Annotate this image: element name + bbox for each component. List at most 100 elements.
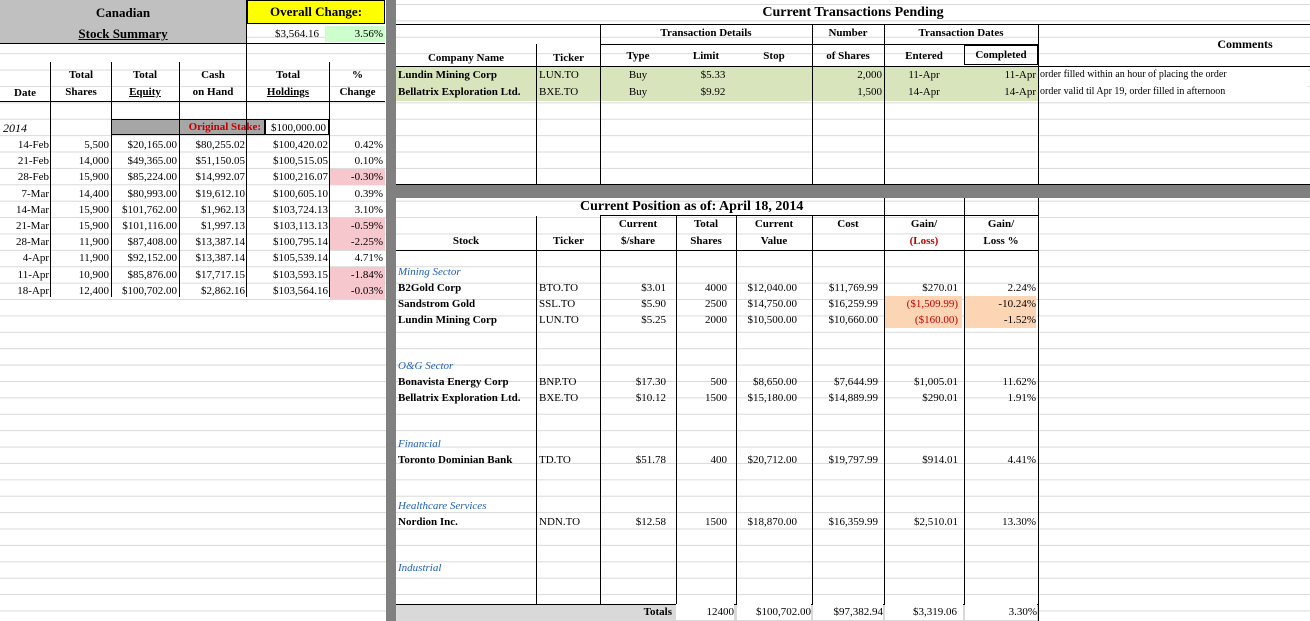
summary-equity[interactable]: $20,165.00 <box>112 137 178 153</box>
summary-shares[interactable]: 14,000 <box>51 153 109 169</box>
position-gain-pct[interactable]: -1.52% <box>964 312 1036 328</box>
position-stock[interactable]: Bellatrix Exploration Ltd. <box>398 390 536 406</box>
summary-equity[interactable]: $101,116.00 <box>112 218 177 234</box>
pending-completed[interactable]: 11-Apr <box>964 67 1036 83</box>
position-gain[interactable]: $914.01 <box>884 452 962 468</box>
summary-shares[interactable]: 15,900 <box>51 169 109 185</box>
position-price[interactable]: $5.25 <box>600 312 666 328</box>
position-shares[interactable]: 2000 <box>676 312 727 328</box>
position-shares[interactable]: 4000 <box>676 280 727 296</box>
summary-pct[interactable]: -1.84% <box>330 266 385 283</box>
summary-holdings[interactable]: $100,420.02 <box>247 137 328 153</box>
position-stock[interactable]: Toronto Dominian Bank <box>398 452 536 468</box>
position-shares[interactable]: 2500 <box>676 296 727 312</box>
position-ticker[interactable]: BXE.TO <box>539 390 599 406</box>
summary-pct[interactable]: -0.59% <box>330 218 385 234</box>
summary-equity[interactable]: $92,152.00 <box>112 250 178 266</box>
summary-cash[interactable]: $1,997.13 <box>180 218 245 234</box>
position-gain-pct[interactable]: 11.62% <box>964 374 1036 390</box>
summary-cash[interactable]: $19,612.10 <box>180 186 246 202</box>
position-gain[interactable]: $2,510.01 <box>884 514 962 530</box>
overall-change-pct[interactable]: 3.56% <box>325 26 385 42</box>
position-shares[interactable]: 400 <box>676 452 728 468</box>
summary-pct[interactable]: -0.03% <box>330 282 385 299</box>
summary-pct[interactable]: 0.10% <box>330 153 385 169</box>
position-shares[interactable]: 500 <box>676 374 728 390</box>
summary-shares[interactable]: 10,900 <box>51 267 109 283</box>
position-ticker[interactable]: BTO.TO <box>539 280 599 296</box>
summary-cash[interactable]: $1,962.13 <box>180 202 245 218</box>
position-price[interactable]: $12.58 <box>600 514 666 530</box>
pending-entered[interactable]: 11-Apr <box>884 67 964 83</box>
position-value[interactable]: $12,040.00 <box>736 280 798 296</box>
position-gain[interactable]: ($160.00) <box>884 312 962 328</box>
summary-pct[interactable]: -2.25% <box>330 234 385 251</box>
pending-company[interactable]: Bellatrix Exploration Ltd. <box>398 84 536 100</box>
summary-holdings[interactable]: $100,605.10 <box>247 186 328 202</box>
summary-equity[interactable]: $101,762.00 <box>112 202 177 218</box>
position-cost[interactable]: $16,259.99 <box>812 296 879 312</box>
summary-equity[interactable]: $87,408.00 <box>112 234 178 250</box>
totals-shares[interactable]: 12400 <box>676 604 734 620</box>
position-value[interactable]: $10,500.00 <box>736 312 798 328</box>
summary-date[interactable]: 7-Mar <box>0 186 50 202</box>
position-ticker[interactable]: SSL.TO <box>539 296 599 312</box>
totals-cost[interactable]: $97,382.94 <box>813 604 883 620</box>
summary-shares[interactable]: 5,500 <box>51 137 109 153</box>
summary-equity[interactable]: $100,702.00 <box>112 283 177 299</box>
summary-date[interactable]: 21-Mar <box>0 218 49 234</box>
summary-holdings[interactable]: $100,216.07 <box>247 169 328 185</box>
position-value[interactable]: $15,180.00 <box>736 390 798 406</box>
summary-pct[interactable]: 3.10% <box>330 202 385 218</box>
position-shares[interactable]: 1500 <box>676 514 727 530</box>
summary-cash[interactable]: $14,992.07 <box>180 169 246 185</box>
totals-pct[interactable]: 3.30% <box>965 604 1037 620</box>
summary-pct[interactable]: -0.30% <box>330 169 385 186</box>
position-stock[interactable]: Nordion Inc. <box>398 514 536 530</box>
summary-date[interactable]: 21-Feb <box>0 153 49 169</box>
position-price[interactable]: $3.01 <box>600 280 666 296</box>
position-gain[interactable]: $1,005.01 <box>884 374 962 390</box>
summary-shares[interactable]: 15,900 <box>51 202 109 218</box>
position-value[interactable]: $20,712.00 <box>736 452 798 468</box>
pending-shares[interactable]: 1,500 <box>812 84 882 100</box>
position-stock[interactable]: Bonavista Energy Corp <box>398 374 536 390</box>
summary-cash[interactable]: $13,387.14 <box>180 234 246 250</box>
summary-cash[interactable]: $2,862.16 <box>180 283 245 299</box>
position-stock[interactable]: Lundin Mining Corp <box>398 312 536 328</box>
position-gain-pct[interactable]: 4.41% <box>964 452 1036 468</box>
position-gain-pct[interactable]: 1.91% <box>964 390 1036 406</box>
summary-shares[interactable]: 11,900 <box>51 234 109 250</box>
pending-stop[interactable] <box>736 67 812 83</box>
summary-pct[interactable]: 4.71% <box>330 250 385 266</box>
summary-shares[interactable]: 14,400 <box>51 186 109 202</box>
position-value[interactable]: $18,870.00 <box>736 514 798 530</box>
pending-company[interactable]: Lundin Mining Corp <box>398 67 536 83</box>
totals-value[interactable]: $100,702.00 <box>737 604 811 620</box>
pending-ticker[interactable]: LUN.TO <box>539 67 599 83</box>
pending-stop[interactable] <box>736 84 812 100</box>
summary-cash[interactable]: $13,387.14 <box>180 250 246 266</box>
summary-date[interactable]: 28-Mar <box>0 234 49 250</box>
position-gain-pct[interactable]: 2.24% <box>964 280 1036 296</box>
position-ticker[interactable]: NDN.TO <box>539 514 599 530</box>
position-price[interactable]: $10.12 <box>600 390 666 406</box>
position-ticker[interactable]: TD.TO <box>539 452 599 468</box>
summary-shares[interactable]: 12,400 <box>51 283 109 299</box>
summary-equity[interactable]: $85,876.00 <box>112 267 178 283</box>
summary-date[interactable]: 28-Feb <box>0 169 49 185</box>
pending-completed[interactable]: 14-Apr <box>964 84 1036 100</box>
summary-shares[interactable]: 11,900 <box>51 250 109 266</box>
position-shares[interactable]: 1500 <box>676 390 727 406</box>
summary-equity[interactable]: $80,993.00 <box>112 186 178 202</box>
position-cost[interactable]: $16,359.99 <box>812 514 879 530</box>
summary-equity[interactable]: $85,224.00 <box>112 169 178 185</box>
position-gain[interactable]: ($1,509.99) <box>884 296 962 312</box>
position-gain[interactable]: $270.01 <box>884 280 962 296</box>
position-price[interactable]: $17.30 <box>600 374 666 390</box>
position-value[interactable]: $8,650.00 <box>736 374 797 390</box>
summary-holdings[interactable]: $103,113.13 <box>247 218 328 234</box>
summary-date[interactable]: 4-Apr <box>0 250 49 266</box>
position-ticker[interactable]: LUN.TO <box>539 312 599 328</box>
position-gain-pct[interactable]: -10.24% <box>964 296 1036 312</box>
